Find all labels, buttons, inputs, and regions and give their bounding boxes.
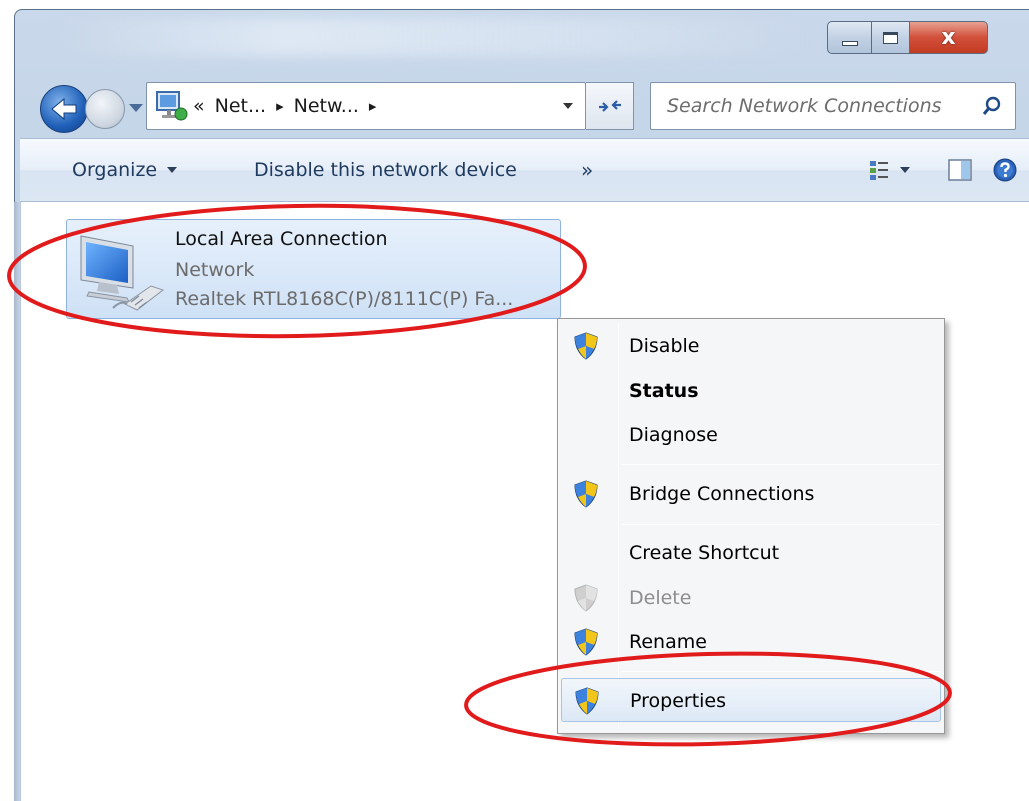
back-button[interactable] <box>40 85 88 133</box>
command-bar: Organize Disable this network device » <box>20 138 1029 202</box>
forward-button[interactable] <box>85 89 125 129</box>
refresh-icon <box>598 100 621 112</box>
menu-separator <box>622 671 940 672</box>
search-icon[interactable] <box>981 95 1003 117</box>
menu-item-label: Create Shortcut <box>629 542 780 564</box>
menu-item-delete[interactable]: Delete <box>561 576 941 620</box>
breadcrumb-network-connections[interactable]: Netw... <box>294 95 359 117</box>
network-connections-icon <box>153 88 189 124</box>
maximize-icon <box>883 31 898 44</box>
uac-shield-icon <box>575 687 599 715</box>
help-button[interactable] <box>992 139 1018 201</box>
connection-type: Network <box>175 259 255 281</box>
disable-device-label: Disable this network device <box>254 159 517 181</box>
menu-item-label: Disable <box>629 335 700 357</box>
search-box[interactable]: Search Network Connections <box>650 82 1016 130</box>
uac-shield-disabled-icon <box>574 584 598 612</box>
recent-pages-dropdown-icon[interactable] <box>126 99 146 117</box>
context-menu: Disable Status Diagnose Bridge Connectio… <box>557 318 945 734</box>
menu-separator <box>622 464 940 465</box>
maximize-button[interactable] <box>872 21 910 54</box>
menu-separator <box>622 524 940 525</box>
menu-item-label: Diagnose <box>629 424 718 446</box>
menu-item-create-shortcut[interactable]: Create Shortcut <box>561 531 941 575</box>
close-icon: x <box>941 24 956 50</box>
organize-label: Organize <box>72 159 158 181</box>
close-button[interactable]: x <box>910 21 988 54</box>
address-bar[interactable]: « Net... ▸ Netw... ▸ <box>146 82 586 130</box>
menu-item-label: Bridge Connections <box>629 483 815 505</box>
breadcrumb: « Net... ▸ Netw... ▸ <box>193 95 376 117</box>
connection-adapter: Realtek RTL8168C(P)/8111C(P) Fa... <box>175 288 514 310</box>
menu-item-bridge-connections[interactable]: Bridge Connections <box>561 472 941 516</box>
uac-shield-icon <box>574 480 598 508</box>
title-bar-blur <box>55 18 815 56</box>
refresh-button[interactable] <box>586 82 634 130</box>
disable-device-button[interactable]: Disable this network device <box>254 139 517 201</box>
breadcrumb-separator[interactable]: ▸ <box>369 97 377 115</box>
more-commands-label: » <box>581 158 594 182</box>
organize-button[interactable]: Organize <box>72 139 178 201</box>
breadcrumb-overflow[interactable]: « <box>193 95 205 117</box>
change-view-button[interactable] <box>868 139 910 201</box>
caption-buttons: x <box>827 21 988 54</box>
menu-item-label: Properties <box>630 690 727 712</box>
view-options-icon <box>870 161 888 180</box>
local-area-connection-item[interactable]: Local Area Connection Network Realtek RT… <box>66 219 561 319</box>
preview-pane-button[interactable] <box>948 139 972 201</box>
search-input[interactable]: Search Network Connections <box>667 95 981 117</box>
menu-item-status[interactable]: Status <box>561 369 941 413</box>
network-adapter-icon <box>77 230 167 315</box>
menu-item-label: Status <box>629 380 699 402</box>
menu-item-label: Delete <box>629 587 692 609</box>
menu-item-diagnose[interactable]: Diagnose <box>561 413 941 457</box>
breadcrumb-separator[interactable]: ▸ <box>276 97 284 115</box>
chevron-down-icon <box>900 167 910 173</box>
chevron-down-icon <box>167 167 178 173</box>
menu-item-label: Rename <box>629 631 707 653</box>
uac-shield-icon <box>574 332 598 360</box>
uac-shield-icon <box>574 628 598 656</box>
menu-item-rename[interactable]: Rename <box>561 620 941 664</box>
breadcrumb-network[interactable]: Net... <box>215 95 266 117</box>
minimize-icon <box>841 41 858 46</box>
menu-item-properties[interactable]: Properties <box>561 678 941 722</box>
connection-name: Local Area Connection <box>175 228 388 250</box>
more-commands-button[interactable]: » <box>581 139 593 201</box>
preview-pane-icon <box>948 159 972 181</box>
back-arrow-icon <box>51 97 77 121</box>
help-icon <box>993 158 1017 182</box>
minimize-button[interactable] <box>827 21 872 54</box>
chevron-down-icon[interactable] <box>561 101 575 111</box>
menu-item-disable[interactable]: Disable <box>561 324 941 368</box>
